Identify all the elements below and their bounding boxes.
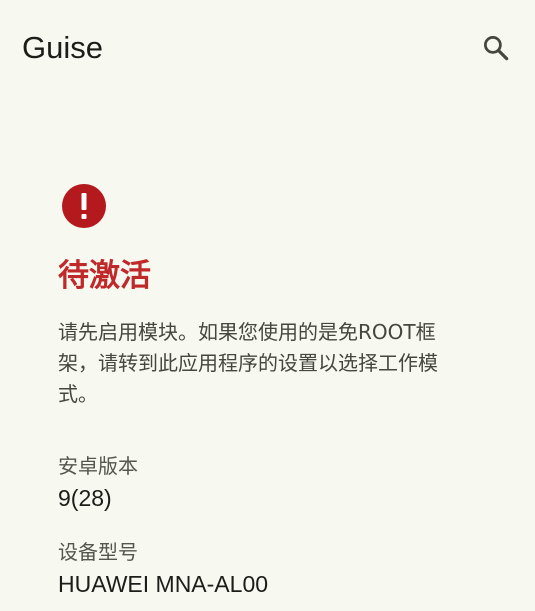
search-icon[interactable] bbox=[481, 33, 511, 63]
search-button[interactable] bbox=[476, 28, 516, 68]
error-icon bbox=[61, 183, 107, 229]
android-version-value: 9(28) bbox=[58, 485, 112, 511]
device-model-label: 设备型号 bbox=[58, 540, 138, 564]
app-title: Guise bbox=[22, 30, 103, 65]
status-title: 待激活 bbox=[58, 258, 151, 294]
device-model-value: HUAWEI MNA-AL00 bbox=[58, 571, 269, 597]
android-version-label: 安卓版本 bbox=[58, 454, 138, 478]
app-bar: Guise bbox=[0, 0, 535, 98]
status-description: 请先启用模块。如果您使用的是免ROOT框架，请转到此应用程序的设置以选择工作模式… bbox=[58, 320, 438, 406]
